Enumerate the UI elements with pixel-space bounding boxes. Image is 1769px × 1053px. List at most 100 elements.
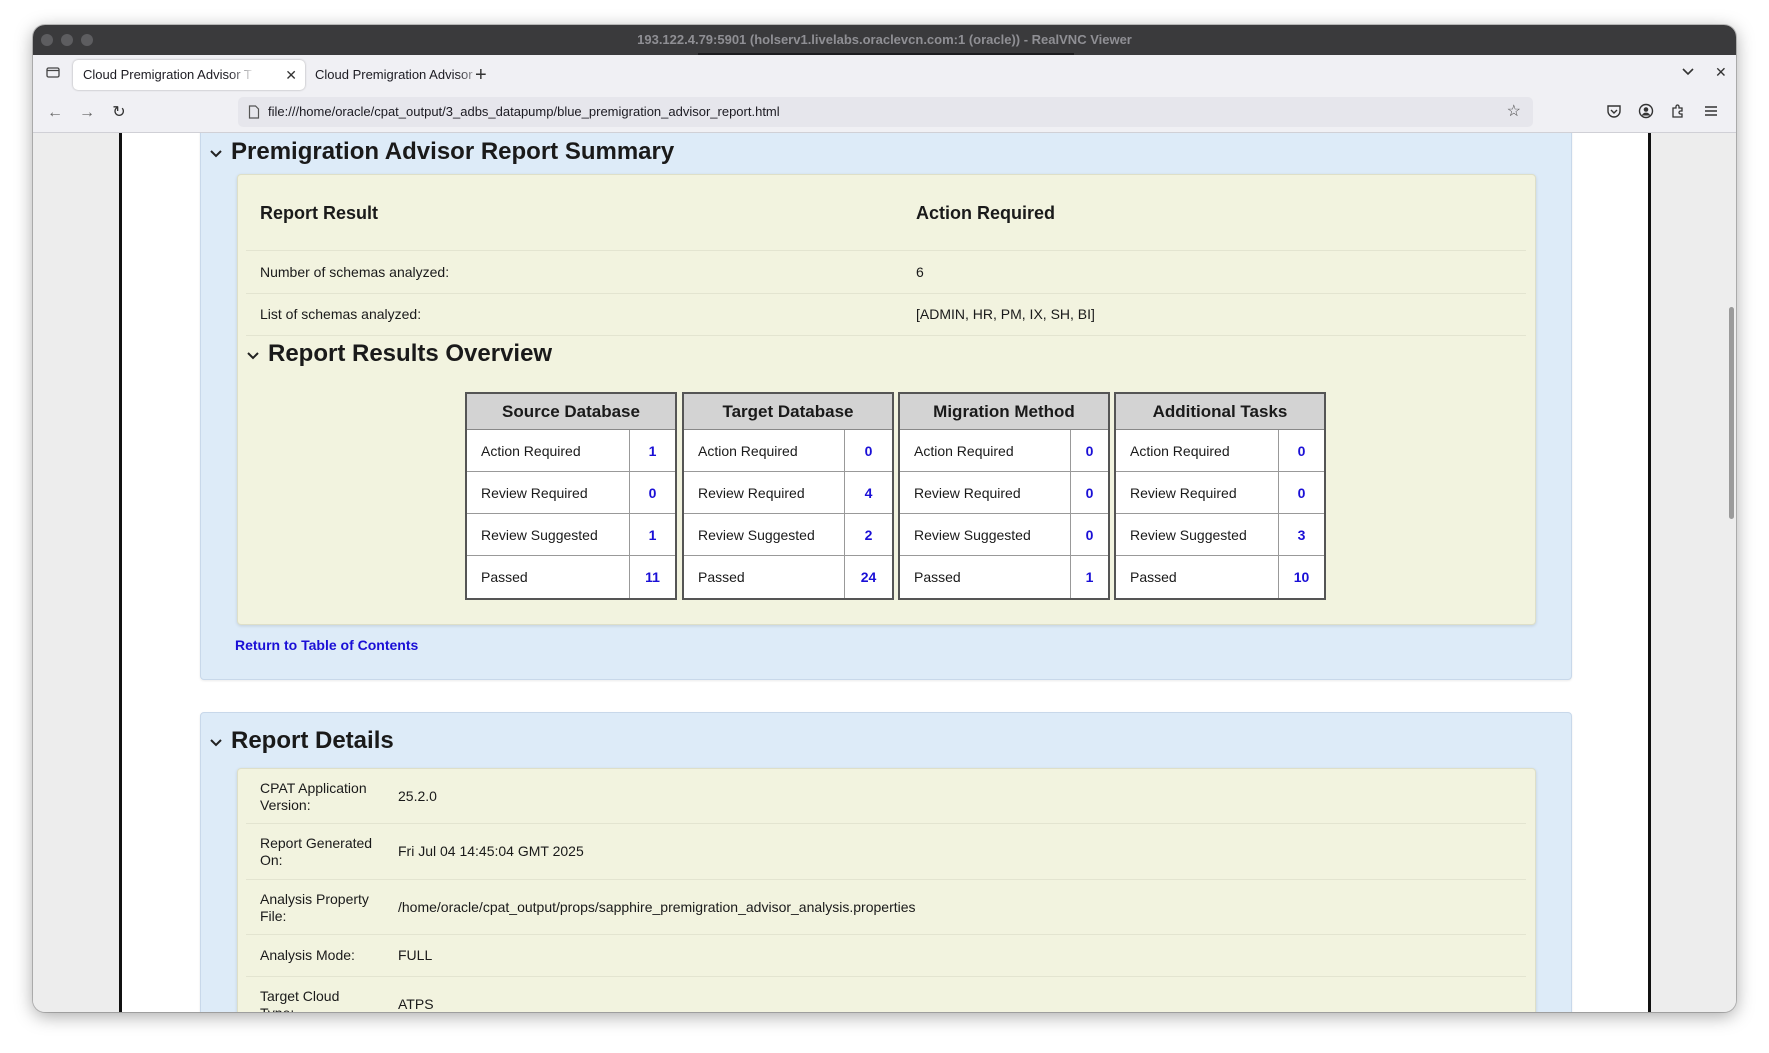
schemas-list-value: [ADMIN, HR, PM, IX, SH, BI]	[916, 306, 1095, 322]
row-count: 0	[1070, 430, 1108, 471]
close-window-button[interactable]	[41, 34, 53, 46]
row-label: Target Cloud Type:	[260, 988, 340, 1012]
star-icon[interactable]: ☆	[1507, 97, 1521, 127]
page-viewport: Premigration Advisor Report Summary Repo…	[33, 133, 1736, 1012]
zoom-window-button[interactable]	[81, 34, 93, 46]
plus-icon[interactable]: +	[475, 62, 487, 88]
table-header: Migration Method	[900, 394, 1108, 430]
row-label: Action Required	[914, 443, 1014, 459]
table-row: CPAT Application Version: 25.2.0	[246, 769, 1526, 824]
row-label: Review Suggested	[1130, 527, 1247, 543]
row-label: Action Required	[698, 443, 798, 459]
table-header: Target Database	[684, 394, 892, 430]
chevron-down-icon[interactable]	[1681, 64, 1695, 81]
back-arrow-icon[interactable]: ←	[45, 103, 65, 123]
window-title: 193.122.4.79:5901 (holserv1.livelabs.ora…	[637, 32, 1132, 47]
tab-inactive[interactable]: Cloud Premigration Advisor T	[305, 60, 473, 90]
target-database-table: Target Database Action Required 0 Review …	[682, 392, 894, 600]
schemas-count-row: Number of schemas analyzed: 6	[246, 251, 1526, 294]
vnc-window: 193.122.4.79:5901 (holserv1.livelabs.ora…	[33, 25, 1736, 1012]
page-icon	[248, 97, 260, 130]
table-row: Analysis Mode: FULL	[246, 935, 1526, 977]
table-header: Source Database	[467, 394, 675, 430]
url-bar[interactable]: file:///home/oracle/cpat_output/3_adbs_d…	[238, 97, 1533, 127]
forward-arrow-icon[interactable]: →	[77, 103, 97, 123]
row-label: CPAT Application Version:	[260, 780, 367, 813]
minimize-window-button[interactable]	[61, 34, 73, 46]
schemas-list-label: List of schemas analyzed:	[260, 306, 422, 322]
row-label: Review Required	[1130, 485, 1237, 501]
close-icon[interactable]: ✕	[285, 60, 297, 90]
close-icon[interactable]: ✕	[1715, 64, 1727, 81]
table-row: Report Generated On: Fri Jul 04 14:45:04…	[246, 824, 1526, 880]
summary-section: Premigration Advisor Report Summary Repo…	[200, 133, 1572, 680]
hamburger-menu-icon[interactable]	[1703, 103, 1719, 123]
table-row: Passed 1	[900, 556, 1108, 598]
navigation-bar: ← → ↻ file:///home/oracle/cpat_output/3_…	[33, 93, 1736, 133]
row-count: 0	[844, 430, 892, 471]
schemas-count-value: 6	[916, 264, 924, 280]
details-title: Report Details	[231, 727, 394, 754]
row-label: Review Required	[914, 485, 1021, 501]
table-row: Review Suggested 3	[1116, 514, 1324, 556]
row-count: 2	[844, 514, 892, 555]
row-label: Analysis Property File:	[260, 891, 369, 924]
tab-label: Cloud Premigration Advisor T	[315, 67, 473, 82]
table-row: Analysis Property File: /home/oracle/cpa…	[246, 880, 1526, 935]
row-count: 24	[844, 556, 892, 598]
row-label: Review Required	[698, 485, 805, 501]
row-label: Passed	[1130, 569, 1177, 585]
row-label: Review Suggested	[481, 527, 598, 543]
table-row: Review Suggested 0	[900, 514, 1108, 556]
details-section: Report Details CPAT Application Version:…	[200, 712, 1572, 1012]
table-row: Review Suggested 2	[684, 514, 892, 556]
chevron-down-icon[interactable]	[209, 736, 223, 750]
row-label: Action Required	[481, 443, 581, 459]
tab-label: Cloud Premigration Advisor T	[83, 67, 252, 82]
pocket-icon[interactable]	[1606, 103, 1622, 123]
tab-bar: Cloud Premigration Advisor T ✕ Cloud Pre…	[33, 55, 1736, 93]
row-label: Action Required	[1130, 443, 1230, 459]
chevron-down-icon[interactable]	[246, 349, 260, 363]
table-row: Action Required 0	[684, 430, 892, 472]
url-text: file:///home/oracle/cpat_output/3_adbs_d…	[268, 104, 780, 119]
row-count: 1	[629, 514, 675, 555]
table-row: Review Required 4	[684, 472, 892, 514]
additional-tasks-table: Additional Tasks Action Required 0 Review…	[1114, 392, 1326, 600]
extensions-icon[interactable]	[1670, 103, 1686, 123]
row-count: 0	[1070, 472, 1108, 513]
report-result-value: Action Required	[916, 203, 1056, 223]
migration-method-table: Migration Method Action Required 0 Review…	[898, 392, 1110, 600]
summary-panel: Report Result Action Required Number of …	[237, 174, 1536, 625]
schemas-count-label: Number of schemas analyzed:	[260, 264, 450, 280]
chevron-down-icon[interactable]	[209, 147, 223, 161]
table-row: Passed 24	[684, 556, 892, 598]
summary-title: Premigration Advisor Report Summary	[231, 138, 675, 165]
row-value: FULL	[398, 947, 433, 963]
source-database-table: Source Database Action Required 1 Review …	[465, 392, 677, 600]
row-label: Report Generated On:	[260, 835, 373, 868]
row-value: 25.2.0	[398, 788, 437, 804]
row-label: Passed	[914, 569, 961, 585]
window-titlebar: 193.122.4.79:5901 (holserv1.livelabs.ora…	[33, 25, 1736, 55]
row-value: Fri Jul 04 14:45:04 GMT 2025	[398, 843, 584, 859]
row-count: 0	[629, 472, 675, 513]
tab-active[interactable]: Cloud Premigration Advisor T ✕	[73, 60, 305, 90]
row-count: 0	[1278, 430, 1324, 471]
row-count: 3	[1278, 514, 1324, 555]
vertical-scrollbar[interactable]	[1729, 307, 1734, 519]
tab-list-icon[interactable]	[43, 64, 63, 84]
report-page: Premigration Advisor Report Summary Repo…	[119, 133, 1651, 1012]
table-row: Action Required 0	[1116, 430, 1324, 472]
account-icon[interactable]	[1638, 103, 1654, 123]
table-row: Passed 11	[467, 556, 675, 598]
return-to-toc-link[interactable]: Return to Table of Contents	[235, 637, 418, 653]
reload-icon[interactable]: ↻	[109, 103, 129, 123]
table-row: Review Required 0	[1116, 472, 1324, 514]
table-row: Action Required 0	[900, 430, 1108, 472]
details-panel: CPAT Application Version: 25.2.0 Report …	[237, 768, 1536, 1012]
table-row: Review Required 0	[900, 472, 1108, 514]
overview-title: Report Results Overview	[268, 340, 553, 367]
row-label: Review Suggested	[698, 527, 815, 543]
row-label: Review Required	[481, 485, 588, 501]
